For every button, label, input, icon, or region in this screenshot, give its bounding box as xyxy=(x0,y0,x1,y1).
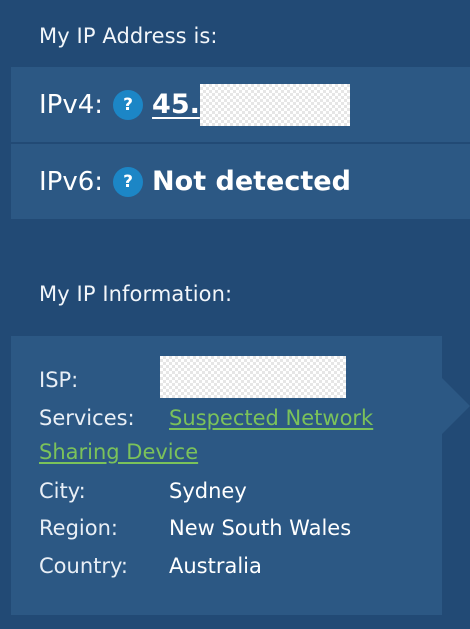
services-label: Services: xyxy=(39,406,135,430)
services-link-line2[interactable]: Sharing Device xyxy=(39,440,198,464)
ipv4-row: IPv4: ? 45. xyxy=(11,67,470,142)
city-value: Sydney xyxy=(169,479,247,503)
region-value: New South Wales xyxy=(169,516,352,540)
ipv6-row: IPv6: ? Not detected xyxy=(11,144,470,219)
question-circle-icon[interactable]: ? xyxy=(113,166,144,197)
city-label: City: xyxy=(39,479,86,503)
country-label: Country: xyxy=(39,554,128,578)
redacted-isp-block xyxy=(160,356,346,398)
ipv6-label: IPv6: xyxy=(39,166,104,197)
services-link-line1[interactable]: Suspected Network xyxy=(169,406,373,430)
ipv4-value[interactable]: 45. xyxy=(152,89,200,120)
panel-pointer-arrow xyxy=(442,378,470,434)
ip-information-heading: My IP Information: xyxy=(39,282,233,306)
isp-label: ISP: xyxy=(39,368,79,392)
ip-info-widget: My IP Address is: IPv4: ? 45. IPv6: ? No… xyxy=(0,0,470,629)
country-value: Australia xyxy=(169,554,262,578)
ipv6-value: Not detected xyxy=(152,166,351,197)
redacted-ip-block xyxy=(199,83,350,126)
ipv4-label: IPv4: xyxy=(39,89,104,120)
ip-address-heading: My IP Address is: xyxy=(39,24,218,48)
region-label: Region: xyxy=(39,516,118,540)
question-circle-icon[interactable]: ? xyxy=(113,89,144,120)
